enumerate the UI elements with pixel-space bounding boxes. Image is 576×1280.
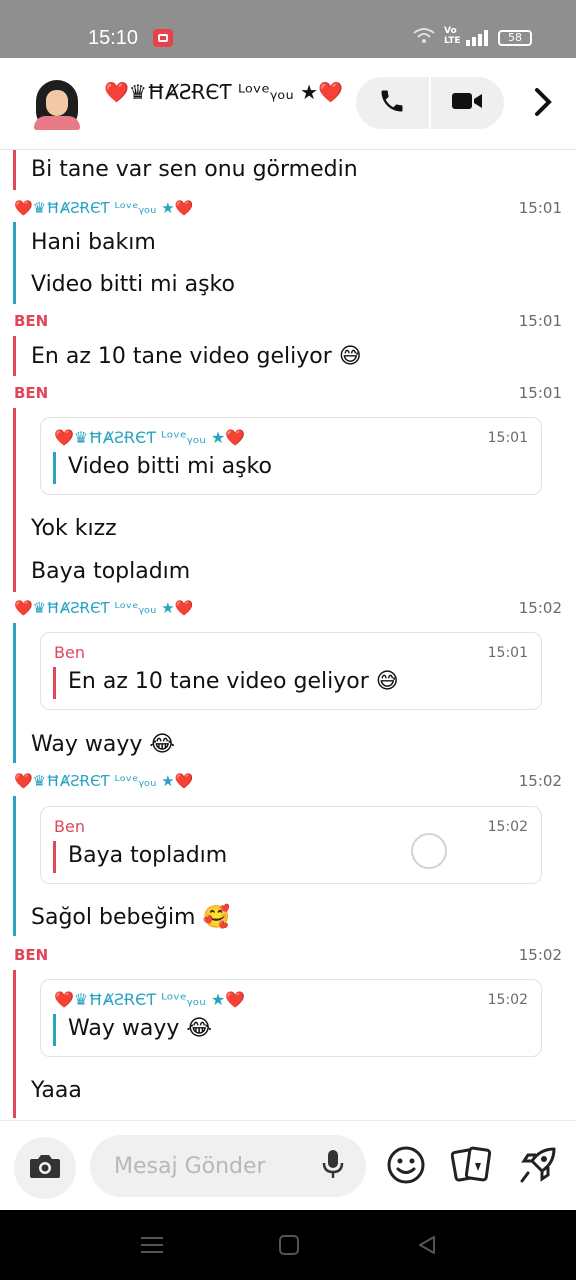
camera-icon bbox=[28, 1152, 62, 1184]
rocket-icon bbox=[518, 1145, 558, 1189]
quote-bar bbox=[53, 1014, 56, 1046]
message-time: 15:02 bbox=[518, 599, 562, 617]
system-nav-bar bbox=[0, 1210, 576, 1280]
message-time: 15:02 bbox=[518, 772, 562, 790]
chat-message[interactable]: Yok kızz bbox=[31, 514, 117, 544]
sender-name: BEN bbox=[14, 384, 49, 402]
quoted-time: 15:01 bbox=[487, 430, 528, 446]
battery-icon: 58 bbox=[498, 30, 532, 46]
message-bar bbox=[13, 970, 16, 1118]
sender-header: BEN 15:01 bbox=[14, 309, 562, 333]
message-bar bbox=[13, 408, 16, 592]
home-icon[interactable] bbox=[275, 1232, 303, 1258]
quote-bar bbox=[53, 452, 56, 484]
signal-icon bbox=[466, 30, 490, 46]
status-bar: 15:10 Vo LTE 58 bbox=[0, 0, 576, 58]
volte-label: Vo LTE bbox=[444, 26, 461, 46]
quoted-text: Video bitti mi aşko bbox=[68, 454, 272, 479]
message-input[interactable] bbox=[114, 1149, 314, 1183]
quoted-text: En az 10 tane video geliyor 😅 bbox=[68, 669, 399, 694]
quoted-sender: Ben bbox=[54, 817, 85, 836]
camera-button[interactable] bbox=[14, 1137, 76, 1199]
chat-thread[interactable]: Bi tane var sen onu görmedin ❤️♛ĦȺƧɌЄƬ ᴸ… bbox=[0, 150, 576, 1118]
chat-message[interactable]: En az 10 tane video geliyor 😅 bbox=[31, 342, 362, 372]
loading-spinner-icon bbox=[411, 833, 447, 869]
message-time: 15:01 bbox=[518, 384, 562, 402]
chat-message[interactable]: Yaaa bbox=[31, 1076, 82, 1106]
quoted-text: Way wayy 😂 bbox=[68, 1016, 213, 1041]
chat-message[interactable]: Bi tane var sen onu görmedin bbox=[31, 155, 358, 185]
chat-header: ❤️♛ĦȺƧɌЄƬ ᴸᵒᵛᵉᵧₒᵤ ★❤️ bbox=[0, 58, 576, 150]
back-icon[interactable] bbox=[413, 1232, 441, 1258]
sender-name: BEN bbox=[14, 312, 49, 330]
message-bar bbox=[13, 336, 16, 376]
quote-bar bbox=[53, 667, 56, 699]
message-time: 15:01 bbox=[518, 312, 562, 330]
sender-name: ❤️♛ĦȺƧɌЄƬ ᴸᵒᵛᵉᵧₒᵤ ★❤️ bbox=[14, 599, 194, 617]
chat-message[interactable]: Baya topladım bbox=[31, 557, 190, 587]
quoted-message[interactable]: Ben 15:01 En az 10 tane video geliyor 😅 bbox=[40, 632, 542, 710]
call-buttons bbox=[356, 77, 504, 129]
quoted-time: 15:02 bbox=[487, 992, 528, 1008]
message-time: 15:02 bbox=[518, 946, 562, 964]
next-button[interactable] bbox=[526, 82, 560, 126]
message-bar bbox=[13, 150, 16, 190]
quoted-text: Baya topladım bbox=[68, 843, 228, 868]
quoted-message[interactable]: ❤️♛ĦȺƧɌЄƬ ᴸᵒᵛᵉᵧₒᵤ ★❤️ 15:01 Video bitti … bbox=[40, 417, 542, 495]
quoted-time: 15:01 bbox=[487, 645, 528, 661]
microphone-icon bbox=[322, 1149, 344, 1183]
phone-icon bbox=[378, 87, 406, 119]
message-composer bbox=[0, 1120, 576, 1210]
screen-record-icon bbox=[153, 29, 173, 47]
quoted-message[interactable]: Ben 15:02 Baya topladım bbox=[40, 806, 542, 884]
quoted-sender: Ben bbox=[54, 643, 85, 662]
video-call-button[interactable] bbox=[431, 77, 503, 129]
quoted-time: 15:02 bbox=[487, 819, 528, 835]
avatar[interactable] bbox=[34, 76, 80, 130]
sticker-button[interactable] bbox=[450, 1145, 494, 1189]
message-field[interactable] bbox=[90, 1135, 366, 1197]
message-bar bbox=[13, 222, 16, 304]
sender-name: BEN bbox=[14, 946, 49, 964]
sender-header: BEN 15:02 bbox=[14, 943, 562, 967]
menu-icon[interactable] bbox=[138, 1232, 166, 1258]
sender-name: ❤️♛ĦȺƧɌЄƬ ᴸᵒᵛᵉᵧₒᵤ ★❤️ bbox=[14, 772, 194, 790]
chat-message[interactable]: Hani bakım bbox=[31, 228, 156, 258]
chat-message[interactable]: Way wayy 😂 bbox=[31, 730, 175, 760]
sender-header: ❤️♛ĦȺƧɌЄƬ ᴸᵒᵛᵉᵧₒᵤ ★❤️ 15:02 bbox=[14, 769, 562, 793]
chat-message[interactable]: Video bitti mi aşko bbox=[31, 270, 235, 300]
quote-bar bbox=[53, 841, 56, 873]
emoji-button[interactable] bbox=[384, 1145, 428, 1189]
message-bar bbox=[13, 796, 16, 936]
cards-icon bbox=[450, 1145, 493, 1189]
games-button[interactable] bbox=[516, 1145, 560, 1189]
quoted-sender: ❤️♛ĦȺƧɌЄƬ ᴸᵒᵛᵉᵧₒᵤ ★❤️ bbox=[54, 428, 246, 447]
sender-name: ❤️♛ĦȺƧɌЄƬ ᴸᵒᵛᵉᵧₒᵤ ★❤️ bbox=[14, 199, 194, 217]
microphone-button[interactable] bbox=[318, 1150, 348, 1182]
status-time: 15:10 bbox=[88, 27, 139, 49]
message-time: 15:01 bbox=[518, 199, 562, 217]
quoted-sender: ❤️♛ĦȺƧɌЄƬ ᴸᵒᵛᵉᵧₒᵤ ★❤️ bbox=[54, 990, 246, 1009]
voice-call-button[interactable] bbox=[356, 77, 428, 129]
contact-name[interactable]: ❤️♛ĦȺƧɌЄƬ ᴸᵒᵛᵉᵧₒᵤ ★❤️ bbox=[104, 78, 364, 106]
smiley-icon bbox=[386, 1145, 426, 1189]
wifi-icon bbox=[412, 27, 436, 50]
quoted-message[interactable]: ❤️♛ĦȺƧɌЄƬ ᴸᵒᵛᵉᵧₒᵤ ★❤️ 15:02 Way wayy 😂 bbox=[40, 979, 542, 1057]
sender-header: ❤️♛ĦȺƧɌЄƬ ᴸᵒᵛᵉᵧₒᵤ ★❤️ 15:01 bbox=[14, 196, 562, 220]
sender-header: BEN 15:01 bbox=[14, 381, 562, 405]
video-camera-icon bbox=[451, 89, 483, 117]
message-bar bbox=[13, 623, 16, 763]
sender-header: ❤️♛ĦȺƧɌЄƬ ᴸᵒᵛᵉᵧₒᵤ ★❤️ 15:02 bbox=[14, 596, 562, 620]
chevron-right-icon bbox=[533, 87, 553, 121]
chat-message[interactable]: Sağol bebeğim 🥰 bbox=[31, 903, 230, 933]
